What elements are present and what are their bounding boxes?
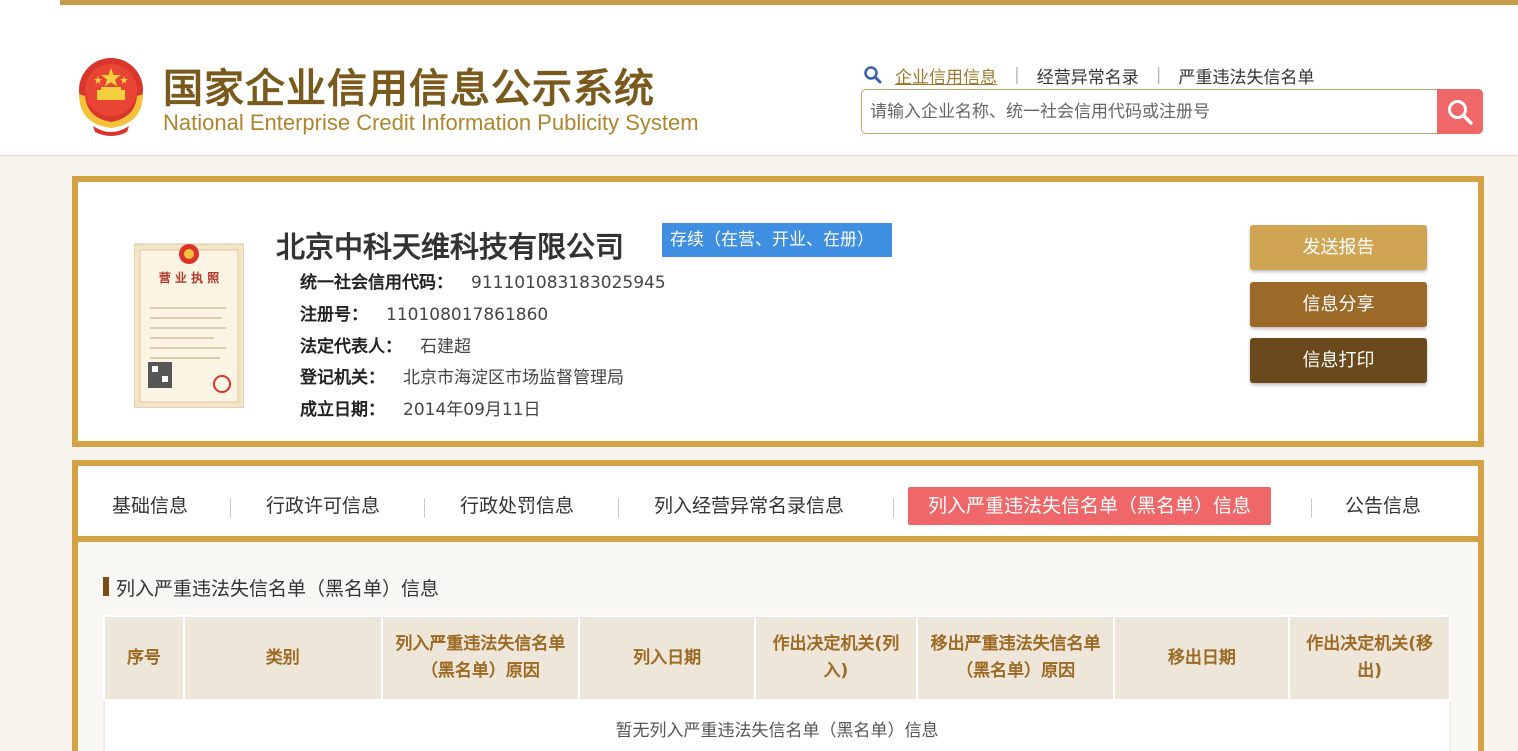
column-header: 列入严重违法失信名单（黑名单）原因 (380, 615, 581, 701)
tab-admin-penalty[interactable]: 行政处罚信息 (460, 487, 574, 525)
info-row-authority: 登记机关： 北京市海淀区市场监督管理局 (300, 363, 624, 388)
send-report-button[interactable]: 发送报告 (1250, 225, 1427, 270)
tab-announcements[interactable]: 公告信息 (1345, 487, 1421, 525)
nav-separator: | (1155, 65, 1162, 85)
search-button[interactable] (1437, 89, 1483, 134)
column-header: 列入日期 (578, 615, 756, 701)
top-accent-line (60, 0, 1518, 5)
column-header: 移出严重违法失信名单（黑名单）原因 (915, 615, 1116, 701)
nav-separator: | (1014, 65, 1020, 85)
info-row-credit-code: 统一社会信用代码： 91110108318302594‌5 (300, 268, 666, 293)
tab-bar: 基础信息 行政许可信息 行政处罚信息 列入经营异常名录信息 列入严重违法失信名单… (78, 466, 1478, 542)
svg-text:营 业 执 照: 营 业 执 照 (159, 270, 220, 285)
site-header: 国家企业信用信息公示系统 National Enterprise Credit … (0, 6, 1518, 156)
info-value: 石建超 (420, 337, 471, 357)
info-value: 北京市海淀区市场监督管理局 (403, 368, 624, 388)
info-label: 登记机关： (300, 368, 385, 388)
search-box (861, 89, 1483, 134)
section-title: 列入严重违法失信名单（黑名单）信息 (103, 574, 439, 601)
info-row-reg-no: 注册号： 110108017861860 (300, 300, 548, 325)
blacklist-table: 序号 类别 列入严重违法失信名单（黑名单）原因 列入日期 作出决定机关(列入) … (103, 615, 1451, 751)
info-row-legal-rep: 法定代表人： 石建超 (300, 332, 471, 357)
blacklist-section: 列入严重违法失信名单（黑名单）信息 序号 类别 列入严重违法失信名单（黑名单）原… (78, 542, 1478, 751)
column-header: 作出决定机关(移出) (1288, 615, 1451, 701)
search-icon (1448, 99, 1473, 125)
column-header: 移出日期 (1113, 615, 1291, 701)
column-header: 类别 (182, 615, 383, 701)
share-button[interactable]: 信息分享 (1250, 282, 1427, 327)
info-value: 91110108318302594‌5 (471, 273, 666, 293)
table-row: 暂无列入严重违法失信名单（黑名单）信息 (103, 699, 1451, 751)
info-row-established: 成立日期： 2014年09月11日 (300, 395, 541, 420)
site-title-en: National Enterprise Credit Information P… (163, 110, 699, 135)
nav-abnormal-list-link[interactable]: 经营异常名录 (1037, 63, 1139, 88)
tab-separator (618, 498, 619, 518)
info-value: 110108017861860 (386, 305, 549, 325)
column-header: 作出决定机关(列入) (754, 615, 918, 701)
company-card: 营 业 执 照 北京中科天维科技有限公司 存续（在营、开业、在册） 统一社会信用… (72, 176, 1484, 447)
national-emblem-icon (79, 58, 143, 136)
tab-admin-license[interactable]: 行政许可信息 (266, 487, 380, 525)
table-header-row: 序号 类别 列入严重违法失信名单（黑名单）原因 列入日期 作出决定机关(列入) … (103, 615, 1451, 701)
info-label: 注册号： (300, 305, 368, 325)
nav-blacklist-link[interactable]: 严重违法失信名单 (1178, 63, 1314, 88)
detail-panel: 基础信息 行政许可信息 行政处罚信息 列入经营异常名录信息 列入严重违法失信名单… (72, 460, 1484, 751)
info-label: 法定代表人： (300, 337, 402, 357)
info-value: 2014年09月11日 (403, 400, 541, 420)
tab-separator (893, 498, 894, 518)
tab-separator (424, 498, 425, 518)
tab-abnormal-list[interactable]: 列入经营异常名录信息 (654, 487, 844, 525)
search-input[interactable] (870, 96, 1430, 128)
status-badge: 存续（在营、开业、在册） (662, 223, 892, 257)
column-header: 序号 (103, 615, 185, 701)
empty-message: 暂无列入严重违法失信名单（黑名单）信息 (103, 699, 1451, 751)
tab-separator (1311, 498, 1312, 518)
info-label: 成立日期： (300, 400, 385, 420)
print-button[interactable]: 信息打印 (1250, 338, 1427, 383)
nav-enterprise-credit-link[interactable]: 企业信用信息 (895, 63, 997, 88)
info-label: 统一社会信用代码： (300, 273, 453, 293)
business-license-icon: 营 业 执 照 (134, 243, 244, 408)
site-title-cn: 国家企业信用信息公示系统 (163, 66, 655, 112)
magnifier-icon (864, 66, 882, 84)
tab-basic-info[interactable]: 基础信息 (112, 487, 188, 525)
top-nav: 企业信用信息 | 经营异常名录 | 严重违法失信名单 (863, 63, 1314, 88)
tab-blacklist[interactable]: 列入严重违法失信名单（黑名单）信息 (908, 487, 1272, 525)
tab-separator (230, 498, 231, 518)
company-name: 北京中科天维科技有限公司 (276, 230, 625, 264)
